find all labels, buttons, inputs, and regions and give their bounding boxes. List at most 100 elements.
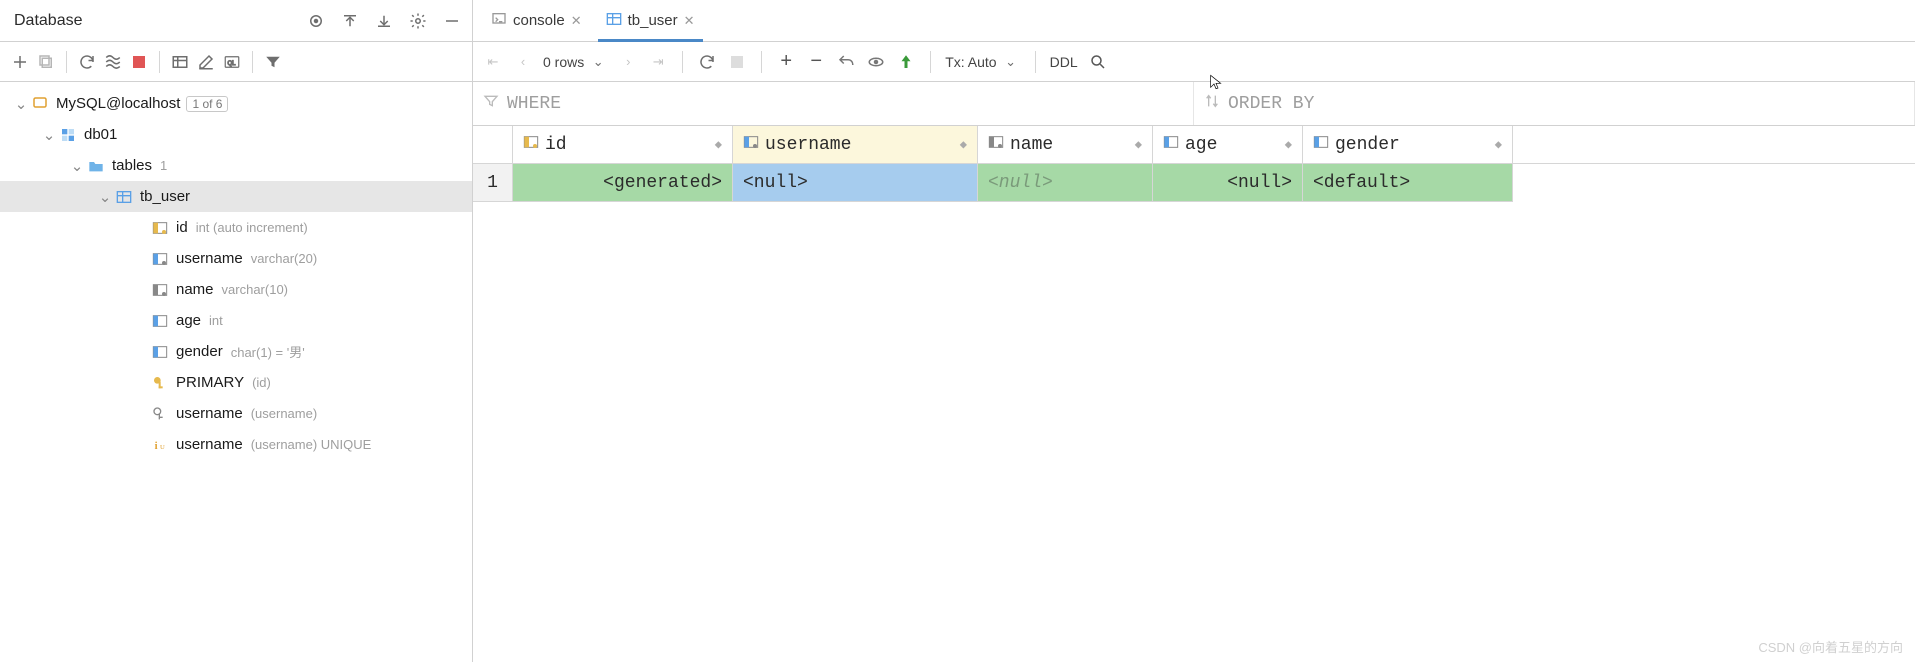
column-icon <box>150 283 170 297</box>
tree-column-gender[interactable]: gender char(1) = '男' <box>0 336 472 367</box>
last-page-icon[interactable]: ⇥ <box>648 52 668 72</box>
cell-id[interactable]: <generated> <box>513 164 733 202</box>
column-icon <box>1313 135 1329 155</box>
tree-datasource[interactable]: ⌄ MySQL@localhost 1 of 6 <box>0 88 472 119</box>
chevron-down-icon: ⌄ <box>42 126 56 144</box>
tree-schema[interactable]: ⌄ db01 <box>0 119 472 150</box>
next-page-icon[interactable]: › <box>618 52 638 72</box>
remove-row-icon[interactable]: − <box>806 52 826 72</box>
indexed-column-icon <box>743 135 759 155</box>
chevron-down-icon: ⌄ <box>70 157 84 175</box>
grid-toolbar: ⇤ ‹ 0 rows ⌄ › ⇥ + − Tx: Auto ⌄ DDL <box>473 42 1915 82</box>
console-icon <box>491 11 507 31</box>
where-filter[interactable]: WHERE <box>473 82 1194 125</box>
chevron-down-icon: ⌄ <box>98 188 112 206</box>
tree-key-primary[interactable]: PRIMARY (id) <box>0 367 472 398</box>
prev-page-icon[interactable]: ‹ <box>513 52 533 72</box>
unique-index-icon: iU <box>150 437 170 453</box>
tree-column-name[interactable]: name varchar(10) <box>0 274 472 305</box>
refresh-schema-icon[interactable] <box>103 52 123 72</box>
collapse-bottom-icon[interactable] <box>374 11 394 31</box>
row-count-label[interactable]: 0 rows <box>543 54 584 70</box>
column-icon <box>150 314 170 328</box>
sort-icon <box>1204 93 1220 115</box>
schema-count-badge: 1 of 6 <box>186 96 228 112</box>
tab-console[interactable]: console ✕ <box>481 1 592 41</box>
row-number: 1 <box>473 164 513 202</box>
ddl-button[interactable]: DDL <box>1050 54 1078 70</box>
datasource-icon <box>30 95 50 113</box>
cursor-icon <box>1208 74 1224 90</box>
column-header-username[interactable]: username◆ <box>733 126 978 163</box>
stop-reload-icon[interactable] <box>727 52 747 72</box>
sidebar-toolbar: QL <box>0 42 472 82</box>
gear-icon[interactable] <box>408 11 428 31</box>
editor-tabs: console ✕ tb_user ✕ <box>473 0 1915 42</box>
table-icon <box>114 190 134 204</box>
preview-changes-icon[interactable] <box>866 52 886 72</box>
tree-tables-folder[interactable]: ⌄ tables 1 <box>0 150 472 181</box>
tx-mode-label[interactable]: Tx: Auto <box>945 54 996 70</box>
column-header-age[interactable]: age◆ <box>1153 126 1303 163</box>
cell-username[interactable]: <null> <box>733 164 978 202</box>
row-number-header <box>473 126 513 163</box>
dropdown-icon[interactable]: ⌄ <box>1001 52 1021 72</box>
close-icon[interactable]: ✕ <box>571 13 582 29</box>
edit-icon[interactable] <box>196 52 216 72</box>
column-header-id[interactable]: id◆ <box>513 126 733 163</box>
copy-icon[interactable] <box>36 52 56 72</box>
grid-header-row: id◆ username◆ name◆ age◆ gender◆ <box>473 126 1915 164</box>
revert-icon[interactable] <box>836 52 856 72</box>
collapse-top-icon[interactable] <box>340 11 360 31</box>
close-icon[interactable]: ✕ <box>684 13 695 29</box>
index-key-icon <box>150 406 170 422</box>
cell-name[interactable]: <null> <box>978 164 1153 202</box>
data-grid: id◆ username◆ name◆ age◆ gender◆ <box>473 126 1915 202</box>
add-row-icon[interactable]: + <box>776 52 796 72</box>
tab-tb_user[interactable]: tb_user ✕ <box>596 1 705 41</box>
orderby-filter[interactable]: ORDER BY <box>1194 82 1915 125</box>
cell-age[interactable]: <null> <box>1153 164 1303 202</box>
search-icon[interactable] <box>1088 52 1108 72</box>
folder-icon <box>86 159 106 173</box>
reload-icon[interactable] <box>697 52 717 72</box>
add-icon[interactable] <box>10 52 30 72</box>
table-row[interactable]: 1 <generated> <null> <null> <null> <defa… <box>473 164 1915 202</box>
primary-key-icon <box>150 375 170 391</box>
tree-column-id[interactable]: id int (auto increment) <box>0 212 472 243</box>
main-panel: console ✕ tb_user ✕ ⇤ ‹ 0 rows ⌄ › ⇥ + − <box>473 0 1915 662</box>
sidebar-title: Database <box>14 12 306 30</box>
column-header-gender[interactable]: gender◆ <box>1303 126 1513 163</box>
query-console-icon[interactable]: QL <box>222 52 242 72</box>
svg-text:QL: QL <box>228 61 237 67</box>
submit-icon[interactable] <box>896 52 916 72</box>
stop-icon[interactable] <box>129 52 149 72</box>
svg-text:i: i <box>155 441 158 452</box>
tree-column-age[interactable]: age int <box>0 305 472 336</box>
refresh-icon[interactable] <box>77 52 97 72</box>
database-tree: ⌄ MySQL@localhost 1 of 6 ⌄ db01 ⌄ tables… <box>0 82 472 662</box>
watermark: CSDN @向着五星的方向 <box>1758 637 1903 656</box>
minimize-icon[interactable] <box>442 11 462 31</box>
column-header-name[interactable]: name◆ <box>978 126 1153 163</box>
sidebar-header: Database <box>0 0 472 42</box>
svg-text:U: U <box>160 444 165 451</box>
dropdown-icon[interactable]: ⌄ <box>588 52 608 72</box>
first-page-icon[interactable]: ⇤ <box>483 52 503 72</box>
tree-key-index[interactable]: username (username) <box>0 398 472 429</box>
target-icon[interactable] <box>306 11 326 31</box>
table-icon <box>606 12 622 30</box>
table-view-icon[interactable] <box>170 52 190 72</box>
database-sidebar: Database QL ⌄ <box>0 0 473 662</box>
funnel-icon <box>483 93 499 115</box>
chevron-down-icon: ⌄ <box>14 95 28 113</box>
column-icon <box>150 345 170 359</box>
tree-column-username[interactable]: username varchar(20) <box>0 243 472 274</box>
pk-column-icon <box>150 221 170 235</box>
filter-funnel-icon[interactable] <box>263 52 283 72</box>
column-icon <box>1163 135 1179 155</box>
cell-gender[interactable]: <default> <box>1303 164 1513 202</box>
tree-key-unique[interactable]: iU username (username) UNIQUE <box>0 429 472 460</box>
schema-icon <box>58 127 78 143</box>
tree-table-tb_user[interactable]: ⌄ tb_user <box>0 181 472 212</box>
